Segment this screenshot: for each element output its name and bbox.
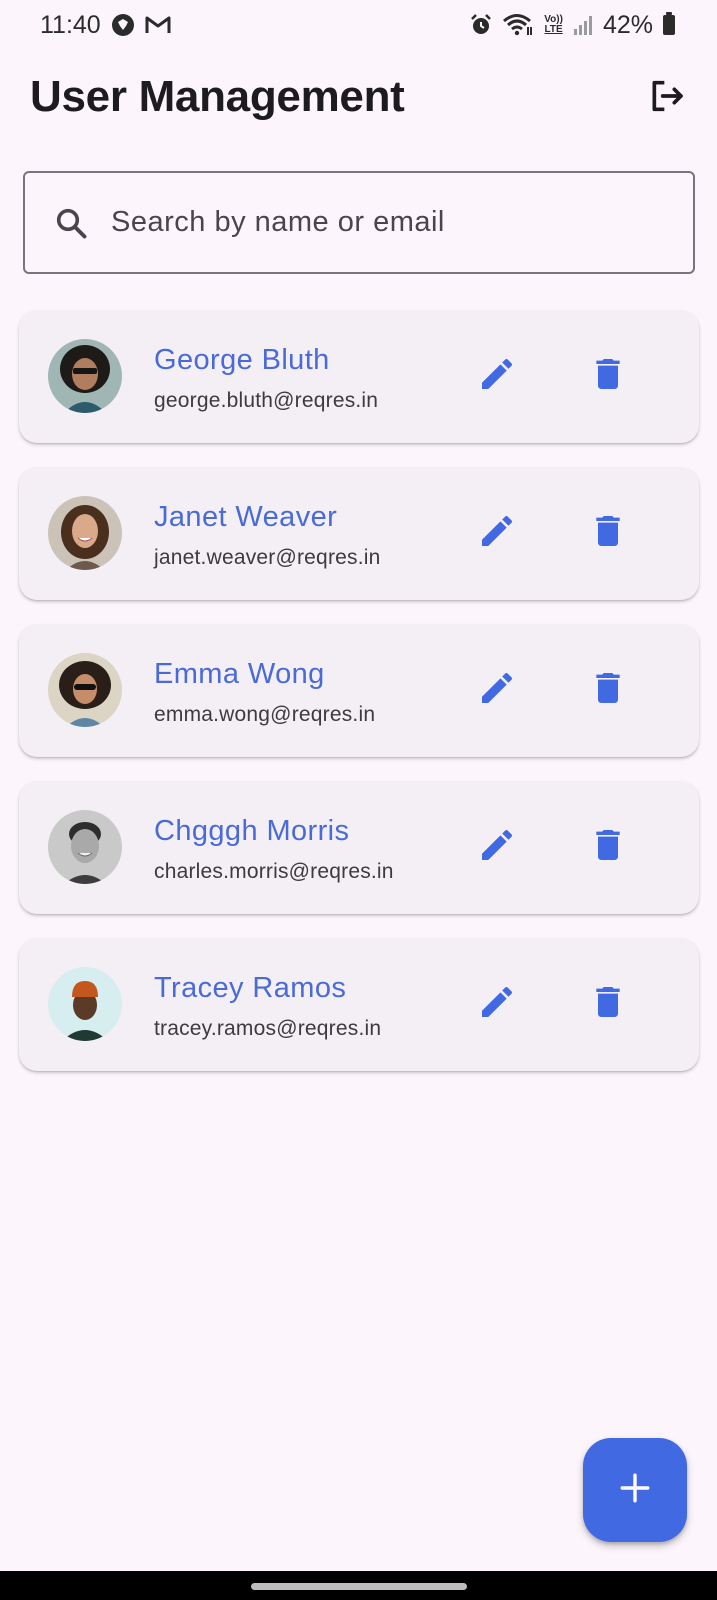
user-name: George Bluth <box>154 344 330 376</box>
add-icon <box>618 1471 652 1510</box>
user-name: Tracey Ramos <box>154 972 347 1004</box>
user-name: Chgggh Morris <box>154 815 350 847</box>
user-name: Emma Wong <box>154 658 325 690</box>
delete-icon <box>588 668 628 713</box>
edit-icon <box>477 354 517 399</box>
signal-icon <box>573 14 593 36</box>
delete-icon <box>588 354 628 399</box>
delete-user-button[interactable] <box>584 666 632 714</box>
app-bar: User Management <box>0 60 717 140</box>
avatar <box>48 496 122 570</box>
delete-user-button[interactable] <box>584 352 632 400</box>
wifi-icon <box>502 13 534 37</box>
status-bar-right: Vo)) LTE 42% <box>470 11 675 40</box>
delete-icon <box>588 982 628 1027</box>
theme-store-icon <box>111 13 135 37</box>
delete-user-button[interactable] <box>584 509 632 557</box>
status-bar: 11:40 Vo)) LTE 42% <box>0 0 717 50</box>
edit-user-button[interactable] <box>473 823 521 871</box>
edit-user-button[interactable] <box>473 509 521 557</box>
system-nav-bar <box>0 1571 717 1600</box>
edit-user-button[interactable] <box>473 980 521 1028</box>
gmail-icon <box>145 15 171 35</box>
page-title: User Management <box>30 72 405 121</box>
avatar <box>48 967 122 1041</box>
user-card[interactable]: George Bluth george.bluth@reqres.in <box>19 310 699 443</box>
user-card[interactable]: Emma Wong emma.wong@reqres.in <box>19 624 699 757</box>
user-card[interactable]: Tracey Ramos tracey.ramos@reqres.in <box>19 938 699 1071</box>
search-input[interactable] <box>111 192 693 253</box>
edit-user-button[interactable] <box>473 352 521 400</box>
user-name: Janet Weaver <box>154 501 338 533</box>
status-bar-left: 11:40 <box>40 11 171 40</box>
user-card[interactable]: Janet Weaver janet.weaver@reqres.in <box>19 467 699 600</box>
delete-user-button[interactable] <box>584 980 632 1028</box>
user-card[interactable]: Chgggh Morris charles.morris@reqres.in <box>19 781 699 914</box>
search-icon <box>51 203 91 243</box>
user-list: George Bluth george.bluth@reqres.in Jane… <box>19 310 699 1095</box>
edit-icon <box>477 668 517 713</box>
avatar <box>48 810 122 884</box>
delete-icon <box>588 825 628 870</box>
search-field[interactable] <box>23 171 695 274</box>
battery-percent: 42% <box>602 10 653 39</box>
avatar <box>48 339 122 413</box>
battery-icon <box>663 12 675 35</box>
alarm-icon <box>470 14 492 36</box>
volte-label-bottom: LTE <box>544 24 563 35</box>
edit-user-button[interactable] <box>473 666 521 714</box>
volte-icon: Vo)) LTE <box>544 15 563 35</box>
user-email: emma.wong@reqres.in <box>154 703 376 726</box>
add-user-button[interactable] <box>583 1438 687 1542</box>
avatar <box>48 653 122 727</box>
edit-icon <box>477 511 517 556</box>
user-email: charles.morris@reqres.in <box>154 860 394 883</box>
edit-icon <box>477 825 517 870</box>
user-email: janet.weaver@reqres.in <box>154 546 381 569</box>
screen: 11:40 Vo)) LTE 42% User Management Searc… <box>0 0 717 1600</box>
delete-icon <box>588 511 628 556</box>
delete-user-button[interactable] <box>584 823 632 871</box>
user-email: george.bluth@reqres.in <box>154 389 379 412</box>
edit-icon <box>477 982 517 1027</box>
logout-button[interactable] <box>642 74 690 122</box>
status-time: 11:40 <box>40 10 101 39</box>
home-gesture-handle[interactable] <box>251 1583 467 1590</box>
logout-icon <box>646 76 686 121</box>
user-email: tracey.ramos@reqres.in <box>154 1017 382 1040</box>
